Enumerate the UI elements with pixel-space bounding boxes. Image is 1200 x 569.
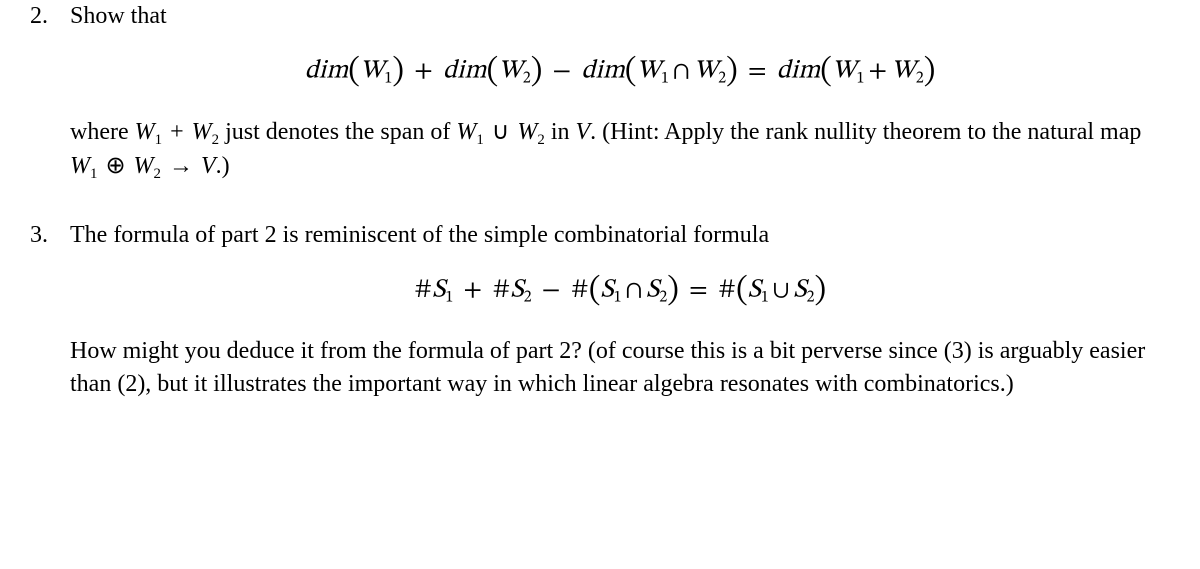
problem-number: 3.: [30, 219, 70, 400]
intro-text: Show that: [70, 0, 1170, 32]
problem-number: 2.: [30, 0, 70, 184]
problem-2: 2. Show that dim(W1) + dim(W2) − dim(W1∩…: [30, 0, 1170, 184]
intro-text: The formula of part 2 is reminiscent of …: [70, 219, 1170, 251]
problem-body: The formula of part 2 is reminiscent of …: [70, 219, 1170, 400]
problem-body: Show that dim(W1) + dim(W2) − dim(W1∩W2)…: [70, 0, 1170, 184]
explanation-text: How might you deduce it from the formula…: [70, 335, 1170, 400]
where-text: where W1 + W2 just denotes the span of W…: [70, 116, 1170, 184]
equation-sets: #S1 + #S2 − #(S1∩S2) = #(S1∪S2): [70, 269, 1170, 313]
problem-3: 3. The formula of part 2 is reminiscent …: [30, 219, 1170, 400]
page: 2. Show that dim(W1) + dim(W2) − dim(W1∩…: [0, 0, 1200, 400]
equation-dim: dim(W1) + dim(W2) − dim(W1∩W2) = dim(W1+…: [70, 50, 1170, 94]
